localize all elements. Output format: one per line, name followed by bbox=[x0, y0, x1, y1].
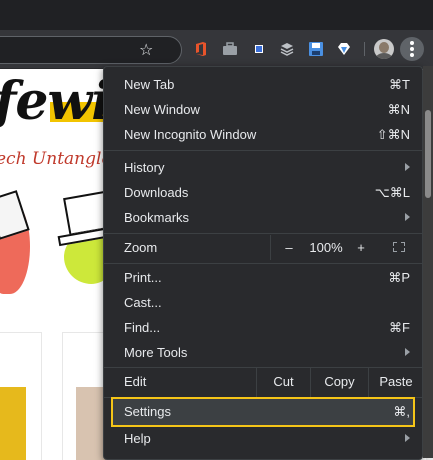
submenu-arrow-icon bbox=[405, 163, 410, 171]
menu-item-label: Edit bbox=[124, 374, 147, 389]
zoom-controls: – 100% + bbox=[270, 235, 422, 260]
menu-shortcut: ⌥⌘L bbox=[374, 185, 410, 200]
menu-divider bbox=[104, 150, 422, 151]
submenu-arrow-icon bbox=[405, 213, 410, 221]
zoom-level: 100% bbox=[309, 240, 343, 255]
menu-item-label: Find... bbox=[124, 320, 161, 335]
menu-item-label: Print... bbox=[124, 270, 162, 285]
menu-divider bbox=[104, 233, 422, 234]
zoom-out-button[interactable]: – bbox=[281, 241, 297, 255]
paste-button[interactable]: Paste bbox=[368, 367, 422, 397]
article-thumbnail[interactable] bbox=[76, 387, 106, 460]
copy-button[interactable]: Copy bbox=[310, 367, 368, 397]
menu-item-bookmarks[interactable]: Bookmarks bbox=[104, 205, 422, 230]
menu-divider bbox=[104, 397, 422, 398]
menu-shortcut: ⌘, bbox=[393, 404, 410, 419]
bookmark-star-icon[interactable]: ☆ bbox=[139, 41, 153, 59]
tab-strip bbox=[0, 0, 433, 30]
menu-item-downloads[interactable]: Downloads ⌥⌘L bbox=[104, 180, 422, 205]
fullscreen-icon[interactable] bbox=[393, 242, 405, 252]
menu-divider bbox=[104, 263, 422, 264]
menu-item-edit: Edit Cut Copy Paste bbox=[104, 367, 422, 397]
menu-item-label: Zoom bbox=[124, 240, 158, 255]
menu-item-label: Cast... bbox=[124, 295, 162, 310]
site-logo[interactable]: fewi bbox=[0, 71, 111, 132]
menu-item-zoom: Zoom – 100% + bbox=[104, 235, 422, 260]
diamond-icon[interactable] bbox=[336, 41, 352, 57]
menu-item-label: New Window bbox=[124, 102, 200, 117]
menu-item-cast[interactable]: Cast... bbox=[104, 290, 422, 315]
menu-item-label: Help bbox=[124, 431, 151, 446]
square-icon[interactable] bbox=[251, 41, 267, 57]
chrome-main-menu: New Tab ⌘T New Window ⌘N New Incognito W… bbox=[103, 66, 423, 460]
floppy-disk-icon[interactable] bbox=[308, 41, 324, 57]
menu-shortcut: ⇧⌘N bbox=[376, 127, 410, 142]
menu-item-label: Settings bbox=[124, 404, 171, 419]
paste-label: Paste bbox=[379, 374, 413, 389]
menu-item-find[interactable]: Find... ⌘F bbox=[104, 315, 422, 340]
menu-item-label: New Tab bbox=[124, 77, 175, 92]
briefcase-icon[interactable] bbox=[222, 41, 238, 57]
menu-shortcut: ⌘F bbox=[389, 320, 410, 335]
scrollbar[interactable] bbox=[423, 66, 433, 458]
browser-toolbar: ☆ bbox=[0, 30, 433, 69]
more-vert-icon[interactable] bbox=[400, 37, 424, 61]
menu-item-more-tools[interactable]: More Tools bbox=[104, 340, 422, 365]
menu-shortcut: ⌘P bbox=[388, 270, 410, 285]
copy-label: Copy bbox=[324, 374, 355, 389]
menu-item-print[interactable]: Print... ⌘P bbox=[104, 265, 422, 290]
toolbar-separator bbox=[364, 42, 365, 56]
cut-button[interactable]: Cut bbox=[256, 367, 310, 397]
site-tagline: ech Untangle bbox=[0, 149, 112, 169]
menu-item-new-window[interactable]: New Window ⌘N bbox=[104, 97, 422, 122]
scrollbar-thumb[interactable] bbox=[425, 110, 431, 198]
menu-item-new-incognito-window[interactable]: New Incognito Window ⇧⌘N bbox=[104, 122, 422, 147]
article-thumbnail[interactable] bbox=[0, 387, 26, 460]
zoom-in-button[interactable]: + bbox=[353, 241, 369, 255]
submenu-arrow-icon bbox=[405, 434, 410, 442]
menu-item-settings[interactable]: Settings ⌘, bbox=[111, 397, 415, 427]
menu-item-history[interactable]: History bbox=[104, 155, 422, 180]
menu-shortcut: ⌘T bbox=[389, 77, 410, 92]
menu-item-label: Downloads bbox=[124, 185, 189, 200]
menu-item-new-tab[interactable]: New Tab ⌘T bbox=[104, 72, 422, 97]
submenu-arrow-icon bbox=[405, 348, 410, 356]
menu-item-label: History bbox=[124, 160, 165, 175]
cut-label: Cut bbox=[273, 374, 294, 389]
address-bar[interactable]: ☆ bbox=[0, 36, 182, 64]
menu-shortcut: ⌘N bbox=[387, 102, 410, 117]
menu-item-label: Bookmarks bbox=[124, 210, 190, 225]
menu-item-help[interactable]: Help bbox=[104, 426, 422, 451]
user-avatar[interactable] bbox=[374, 39, 394, 59]
office-icon[interactable] bbox=[193, 41, 209, 57]
buffer-icon[interactable] bbox=[279, 41, 295, 57]
menu-item-label: More Tools bbox=[124, 345, 188, 360]
menu-item-label: New Incognito Window bbox=[124, 127, 257, 142]
